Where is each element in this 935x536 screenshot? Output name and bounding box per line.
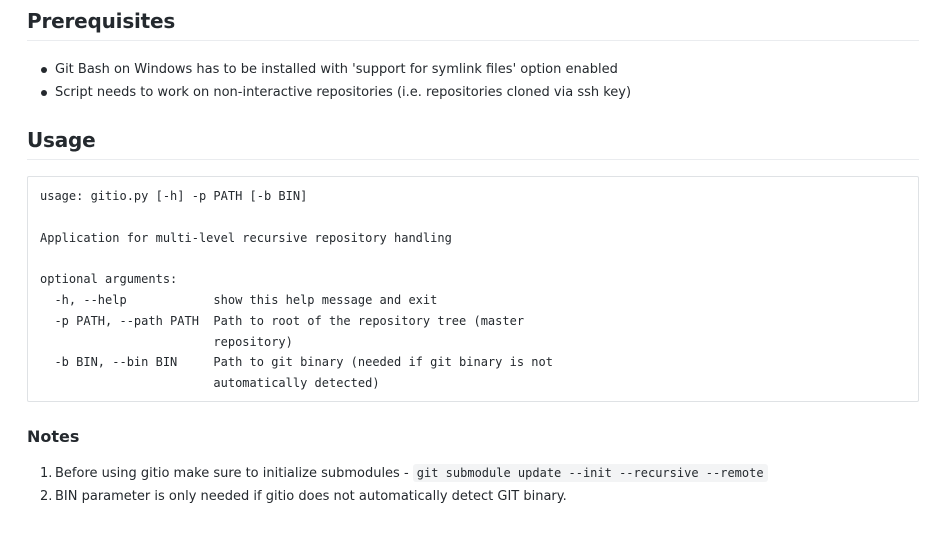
code-line: automatically detected) [40,376,380,391]
usage-heading: Usage [27,128,919,160]
notes-list: 1. Before using gitio make sure to initi… [27,462,919,508]
list-item: Script needs to work on non-interactive … [27,81,919,104]
code-line: -h, --help show this help message and ex… [40,292,438,307]
list-item: Git Bash on Windows has to be installed … [27,58,919,81]
inline-code: git submodule update --init --recursive … [412,464,768,482]
prerequisites-heading: Prerequisites [27,0,919,41]
list-item-number: 1. [40,466,53,481]
prerequisites-list: Git Bash on Windows has to be installed … [27,58,919,104]
list-item-text: Script needs to work on non-interactive … [55,85,632,100]
code-line: -p PATH, --path PATH Path to root of the… [40,313,525,328]
list-item-text: BIN parameter is only needed if gitio do… [55,489,567,504]
code-line: repository) [40,334,293,349]
readme-content: Prerequisites Git Bash on Windows has to… [0,0,935,508]
code-line: optional arguments: [40,272,178,287]
bullet-icon [41,67,47,73]
list-item-text: Before using gitio make sure to initiali… [55,466,413,481]
list-item: 2. BIN parameter is only needed if gitio… [27,485,919,508]
code-line: usage: gitio.py [-h] -p PATH [-b BIN] [40,189,308,203]
code-line: -b BIN, --bin BIN Path to git binary (ne… [40,355,553,370]
list-item: 1. Before using gitio make sure to initi… [27,462,919,485]
list-item-number: 2. [40,489,53,504]
code-line: Application for multi-level recursive re… [40,230,452,245]
list-item-text: Git Bash on Windows has to be installed … [55,62,618,77]
notes-heading: Notes [27,427,80,446]
bullet-icon [41,90,47,96]
usage-code-block: usage: gitio.py [-h] -p PATH [-b BIN] App… [27,176,919,402]
